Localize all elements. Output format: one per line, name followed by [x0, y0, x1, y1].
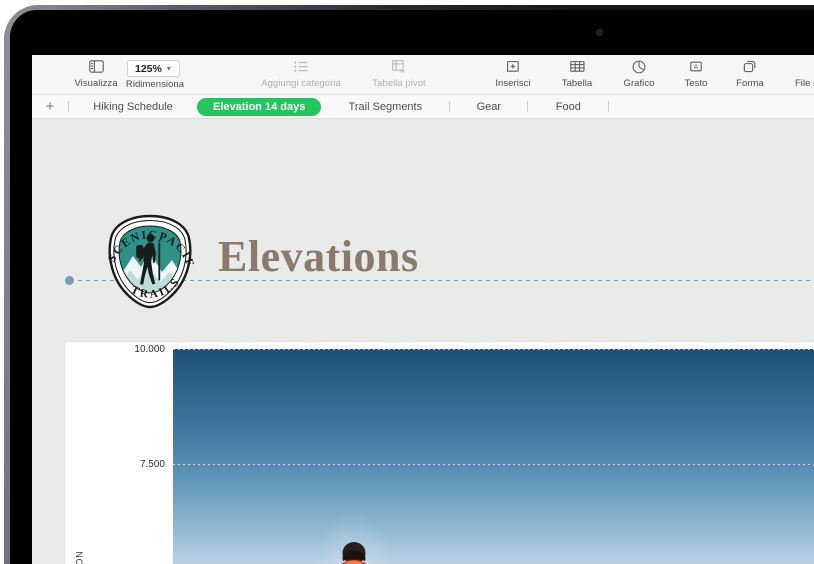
toolbar-button-ridimensiona[interactable]: Ridimensiona: [118, 77, 192, 90]
gridline-7500: [173, 464, 814, 465]
toolbar-button-testo[interactable]: A Testo: [670, 57, 722, 89]
sheet-tab-food[interactable]: Food: [528, 98, 608, 116]
chevron-down-icon: ▾: [166, 63, 171, 73]
text-box-icon: A: [689, 57, 703, 76]
sheet-tab-gear[interactable]: Gear: [450, 98, 527, 116]
list-bullet-icon: [294, 57, 308, 76]
svg-text:A: A: [694, 64, 699, 71]
spreadsheet-canvas[interactable]: SCENIC PACIFIC TRAILS Elevations ELEVATI…: [32, 119, 814, 564]
insert-cell-icon: [506, 57, 520, 76]
hiker-photo-subject: [341, 542, 367, 564]
tab-slot-hiking-schedule: Hiking Schedule: [69, 98, 197, 116]
toolbar-button-aggiungi-categoria[interactable]: Aggiungi categoria: [249, 57, 353, 89]
toolbar-button-inserisci[interactable]: Inserisci: [480, 57, 546, 89]
add-sheet-button[interactable]: +: [32, 95, 68, 119]
numbers-app-window: Visualizza 125% ▾ Ridimensiona Aggiungi …: [32, 55, 814, 564]
toolbar-label-grafico: Grafico: [623, 78, 655, 89]
elevation-chart[interactable]: ELEVATION 10.000 7.500 5.000: [65, 342, 814, 564]
sheet-tab-trail-segments[interactable]: Trail Segments: [321, 98, 449, 116]
laptop-frame: Visualizza 125% ▾ Ridimensiona Aggiungi …: [0, 0, 814, 564]
toolbar-button-forma[interactable]: Forma: [722, 57, 778, 89]
toolbar: Visualizza 125% ▾ Ridimensiona Aggiungi …: [32, 55, 814, 95]
toolbar-button-grafico[interactable]: Grafico: [608, 57, 670, 89]
pivot-table-icon: [392, 57, 406, 76]
toolbar-button-tabella-pivot[interactable]: Tabella pivot: [361, 57, 437, 89]
y-tick-10000: 10.000: [134, 344, 165, 355]
toolbar-label-inserisci: Inserisci: [495, 78, 531, 89]
page-title[interactable]: Elevations: [218, 231, 419, 282]
toolbar-label-tabella: Tabella: [561, 78, 593, 89]
sheet-tab-hiking-schedule[interactable]: Hiking Schedule: [69, 98, 197, 116]
y-tick-7500: 7.500: [139, 459, 165, 470]
sidebar-panel-icon: [88, 57, 104, 76]
sheet-tab-elevation-14-days[interactable]: Elevation 14 days: [197, 97, 322, 116]
toolbar-label-file-multimediale: File multimediale: [794, 78, 814, 89]
zoom-value: 125%: [135, 62, 162, 75]
gridline-10000: [173, 349, 814, 350]
alignment-guide-handle[interactable]: [65, 276, 74, 285]
zoom-percent-control[interactable]: 125% ▾: [127, 60, 180, 77]
table-grid-icon: [569, 57, 585, 76]
toolbar-label-tabella-pivot: Tabella pivot: [372, 78, 426, 89]
toolbar-label-aggiungi-categoria: Aggiungi categoria: [261, 78, 341, 89]
shape-icon: [743, 57, 757, 76]
chart-plot-area[interactable]: [173, 349, 814, 564]
toolbar-button-file-multimediale[interactable]: File multimediale: [776, 57, 814, 89]
toolbar-label-ridimensiona: Ridimensiona: [125, 79, 185, 90]
scenic-pacific-trails-badge[interactable]: SCENIC PACIFIC TRAILS: [95, 203, 200, 315]
toolbar-label-testo: Testo: [684, 78, 708, 89]
tab-divider: [608, 101, 610, 112]
webcam-icon: [596, 29, 603, 36]
toolbar-button-tabella[interactable]: Tabella: [546, 57, 608, 89]
tab-slot-trail-segments: Trail Segments: [321, 98, 449, 116]
tab-slot-food: Food: [528, 98, 608, 116]
toolbar-label-forma: Forma: [736, 78, 764, 89]
y-axis-ticks: 10.000 7.500 5.000: [65, 342, 173, 564]
toolbar-label-visualizza: Visualizza: [74, 78, 118, 89]
pie-chart-icon: [632, 57, 646, 76]
sheet-tab-bar: + Hiking Schedule Elevation 14 days Trai…: [32, 95, 814, 119]
tab-slot-gear: Gear: [450, 98, 527, 116]
